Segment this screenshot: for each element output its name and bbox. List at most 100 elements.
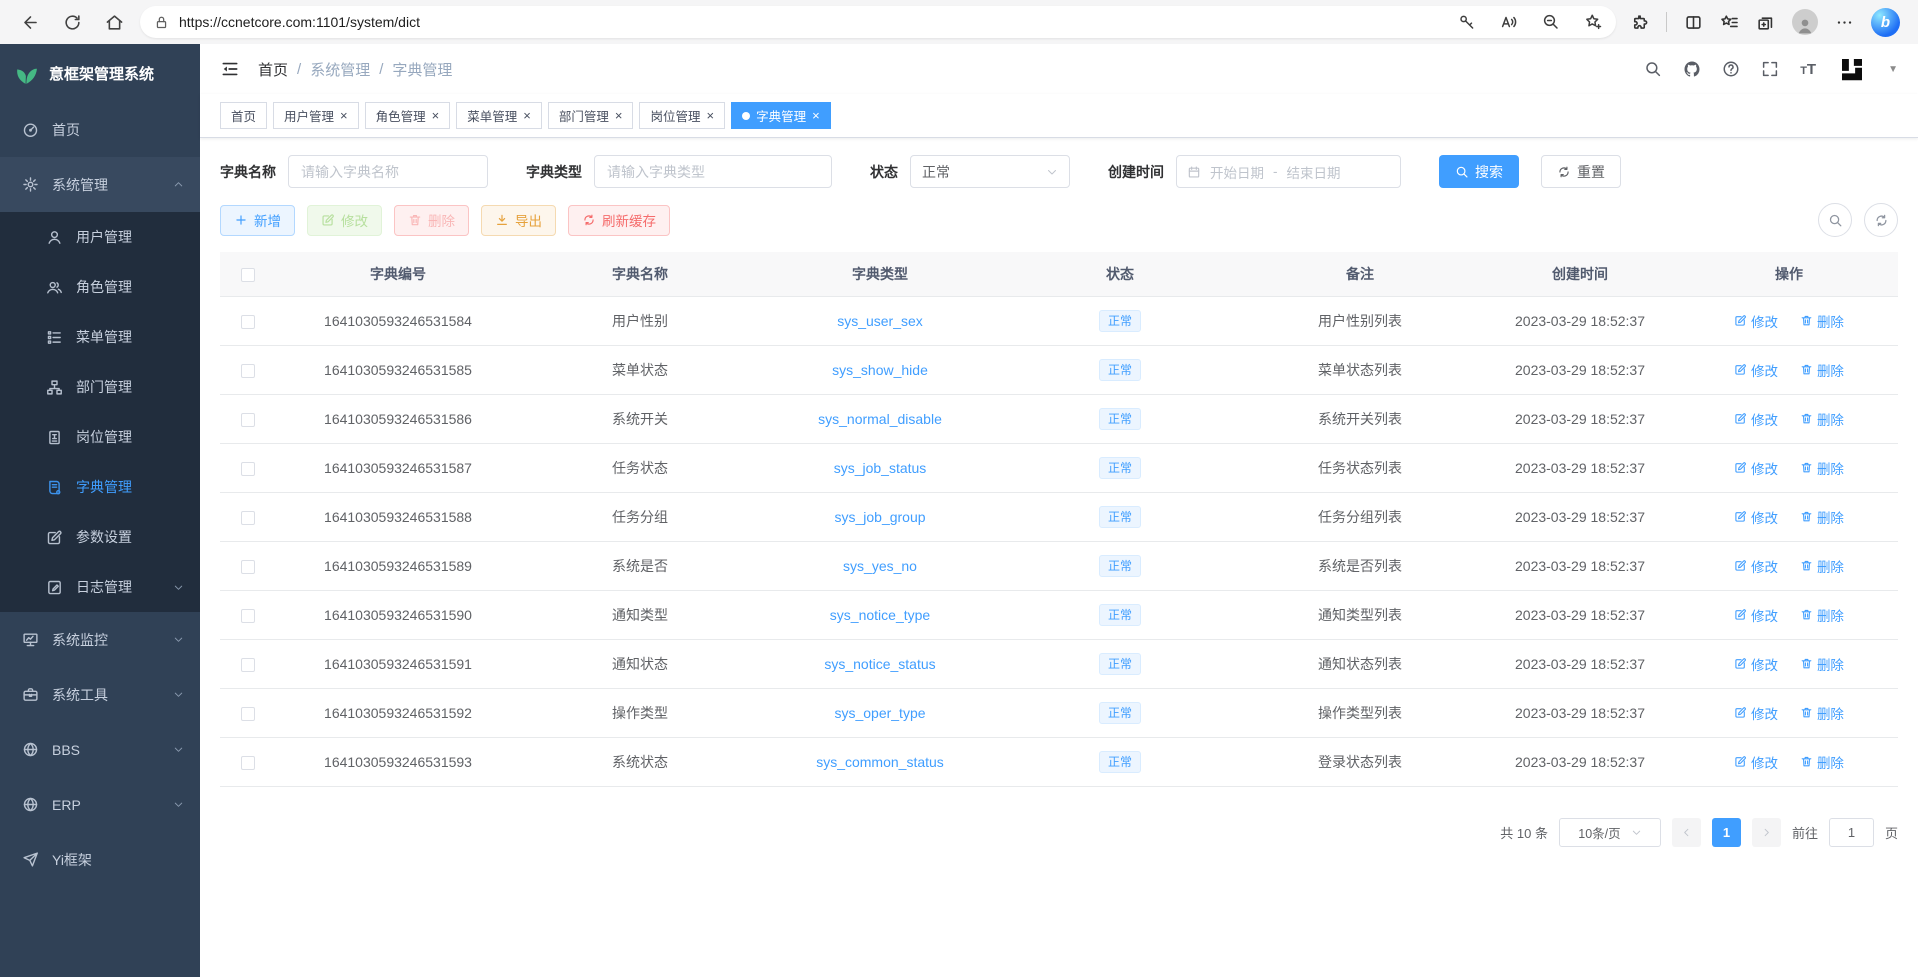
row-checkbox[interactable] (241, 462, 255, 476)
dict-type-link[interactable]: sys_common_status (816, 754, 944, 770)
yi-logo-avatar[interactable] (1837, 54, 1867, 84)
sidebar-item-post-management[interactable]: 岗位管理 (0, 412, 200, 462)
favorites-add-icon[interactable] (1584, 13, 1602, 31)
browser-profile-avatar[interactable] (1792, 9, 1818, 35)
row-checkbox[interactable] (241, 609, 255, 623)
refresh-table-button[interactable] (1864, 203, 1898, 237)
row-checkbox[interactable] (241, 560, 255, 574)
date-range-picker[interactable]: 开始日期 - 结束日期 (1176, 155, 1401, 188)
browser-home-button[interactable] (98, 6, 130, 38)
row-edit-link[interactable]: 修改 (1734, 654, 1778, 674)
tab-close-icon[interactable]: × (340, 109, 348, 122)
row-edit-link[interactable]: 修改 (1734, 556, 1778, 576)
fullscreen-icon[interactable] (1761, 60, 1779, 78)
search-button[interactable]: 搜索 (1439, 155, 1519, 188)
row-checkbox[interactable] (241, 511, 255, 525)
tab[interactable]: 菜单管理 × (456, 102, 542, 129)
row-delete-link[interactable]: 删除 (1800, 458, 1844, 478)
row-checkbox[interactable] (241, 315, 255, 329)
tab-close-icon[interactable]: × (432, 109, 440, 122)
user-dropdown-caret-icon[interactable]: ▼ (1888, 64, 1898, 75)
export-button[interactable]: 导出 (481, 205, 556, 236)
help-icon[interactable] (1722, 60, 1740, 78)
sidebar-item-bbs[interactable]: BBS (0, 722, 200, 777)
github-icon[interactable] (1683, 60, 1701, 78)
copilot-icon[interactable]: b (1871, 8, 1900, 37)
extensions-icon[interactable] (1630, 13, 1649, 32)
row-checkbox[interactable] (241, 364, 255, 378)
row-edit-link[interactable]: 修改 (1734, 360, 1778, 380)
dict-type-input[interactable] (594, 155, 832, 188)
breadcrumb-home[interactable]: 首页 (258, 59, 288, 80)
delete-button[interactable]: 删除 (394, 205, 469, 236)
row-edit-link[interactable]: 修改 (1734, 311, 1778, 331)
tab-close-icon[interactable]: × (615, 109, 623, 122)
sidebar-item-home[interactable]: 首页 (0, 102, 200, 157)
page-size-select[interactable]: 10条/页 (1559, 818, 1661, 847)
row-delete-link[interactable]: 删除 (1800, 556, 1844, 576)
sidebar-item-log-management[interactable]: 日志管理 (0, 562, 200, 612)
dict-type-link[interactable]: sys_notice_type (830, 607, 930, 623)
split-screen-icon[interactable] (1684, 13, 1703, 32)
tab[interactable]: 岗位管理 × (639, 102, 725, 129)
dict-type-link[interactable]: sys_user_sex (837, 313, 923, 329)
row-edit-link[interactable]: 修改 (1734, 703, 1778, 723)
dict-name-input[interactable] (288, 155, 488, 188)
tab[interactable]: 字典管理 × (731, 102, 831, 129)
sidebar-item-system-tools[interactable]: 系统工具 (0, 667, 200, 722)
prev-page-button[interactable] (1672, 818, 1701, 847)
next-page-button[interactable] (1752, 818, 1781, 847)
browser-refresh-button[interactable] (56, 6, 88, 38)
row-delete-link[interactable]: 删除 (1800, 752, 1844, 772)
row-delete-link[interactable]: 删除 (1800, 703, 1844, 723)
row-edit-link[interactable]: 修改 (1734, 752, 1778, 772)
row-delete-link[interactable]: 删除 (1800, 605, 1844, 625)
sidebar-item-dict-management[interactable]: 字典管理 (0, 462, 200, 512)
tab[interactable]: 用户管理 × (273, 102, 359, 129)
row-edit-link[interactable]: 修改 (1734, 409, 1778, 429)
current-page-button[interactable]: 1 (1712, 818, 1741, 847)
tab-close-icon[interactable]: × (706, 109, 714, 122)
tab[interactable]: 首页 × (220, 102, 267, 129)
add-button[interactable]: 新增 (220, 205, 295, 236)
address-bar[interactable]: https://ccnetcore.com:1101/system/dict (140, 6, 1616, 38)
status-select[interactable]: 正常 (910, 155, 1070, 188)
read-aloud-icon[interactable] (1500, 13, 1518, 31)
dict-type-link[interactable]: sys_job_group (834, 509, 925, 525)
reset-button[interactable]: 重置 (1541, 155, 1621, 188)
edit-button[interactable]: 修改 (307, 205, 382, 236)
browser-menu-dots-icon[interactable] (1835, 13, 1854, 32)
password-key-icon[interactable] (1458, 13, 1476, 31)
sidebar-item-user-management[interactable]: 用户管理 (0, 212, 200, 262)
row-checkbox[interactable] (241, 413, 255, 427)
show-search-toggle-button[interactable] (1818, 203, 1852, 237)
tab-close-icon[interactable]: × (523, 109, 531, 122)
favorites-hub-icon[interactable] (1720, 13, 1739, 32)
sidebar-item-param-settings[interactable]: 参数设置 (0, 512, 200, 562)
row-edit-link[interactable]: 修改 (1734, 507, 1778, 527)
dict-type-link[interactable]: sys_normal_disable (818, 411, 942, 427)
dict-type-link[interactable]: sys_show_hide (832, 362, 928, 378)
dict-type-link[interactable]: sys_yes_no (843, 558, 917, 574)
sidebar-item-system-monitor[interactable]: 系统监控 (0, 612, 200, 667)
row-checkbox[interactable] (241, 707, 255, 721)
dict-type-link[interactable]: sys_notice_status (824, 656, 935, 672)
row-delete-link[interactable]: 删除 (1800, 311, 1844, 331)
tab[interactable]: 角色管理 × (365, 102, 451, 129)
row-edit-link[interactable]: 修改 (1734, 458, 1778, 478)
browser-back-button[interactable] (14, 6, 46, 38)
row-edit-link[interactable]: 修改 (1734, 605, 1778, 625)
sidebar-item-system-management[interactable]: 系统管理 (0, 157, 200, 212)
header-search-icon[interactable] (1644, 60, 1662, 78)
collapse-sidebar-icon[interactable] (220, 59, 240, 79)
zoom-out-icon[interactable] (1542, 13, 1560, 31)
select-all-checkbox[interactable] (241, 268, 255, 282)
dict-type-link[interactable]: sys_job_status (834, 460, 927, 476)
collections-icon[interactable] (1756, 13, 1775, 32)
tab-close-icon[interactable]: × (812, 109, 820, 122)
row-checkbox[interactable] (241, 756, 255, 770)
sidebar-item-dept-management[interactable]: 部门管理 (0, 362, 200, 412)
dict-type-link[interactable]: sys_oper_type (834, 705, 925, 721)
row-checkbox[interactable] (241, 658, 255, 672)
goto-page-input[interactable] (1829, 818, 1874, 847)
